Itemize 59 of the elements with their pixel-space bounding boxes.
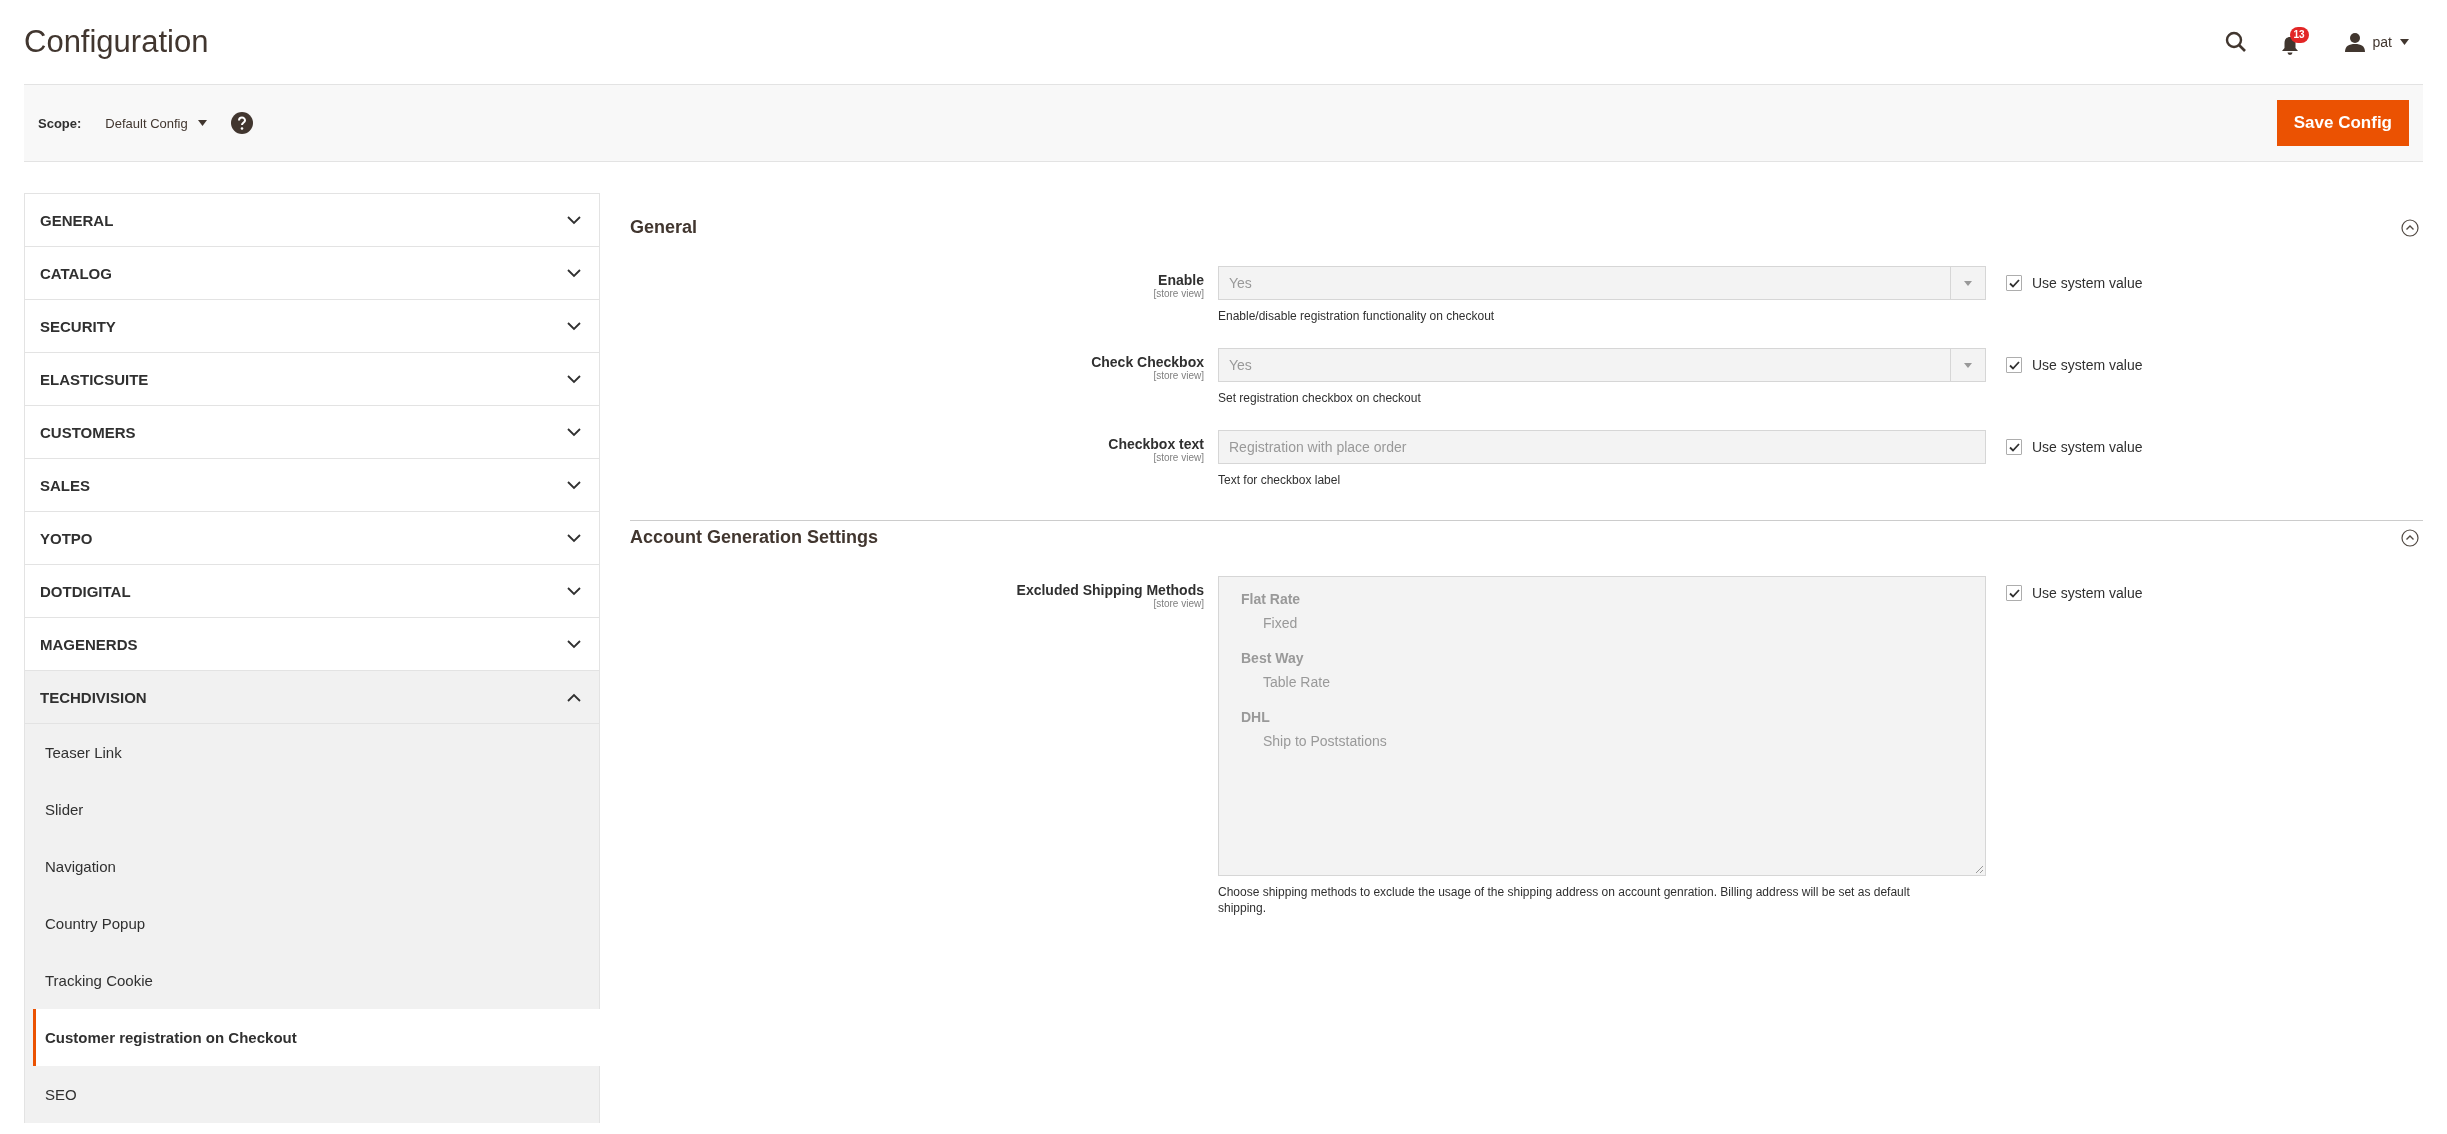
option-group-label: Best Way [1241,649,1305,668]
caret-icon [2400,39,2409,45]
section-link[interactable]: Teaser Link [25,724,599,781]
caret-icon [197,120,207,126]
scope-note: [store view] [1153,452,1204,463]
section-header[interactable]: SALES [24,459,600,512]
section-link[interactable]: Navigation [25,838,599,895]
section-link[interactable]: Customer registration on Checkout [33,1009,600,1066]
chevron-down-icon [567,639,581,649]
field-comment: Text for checkbox label [1218,472,1342,488]
section-header[interactable]: GENERAL [24,194,600,247]
chevron-down-icon [567,480,581,490]
chevron-down-icon [567,533,581,543]
chevron-down-icon [567,374,581,384]
field-label: Excluded Shipping Methods [1016,582,1204,598]
chevron-down-icon [567,427,581,437]
section-header[interactable]: SECURITY [24,300,600,353]
chevron-down-icon [567,321,581,331]
field-comment: Enable/disable registration functionality on checkout [1218,308,1496,324]
dropdown-arrow-icon [1964,280,1972,286]
scope-note: [store view] [1153,370,1204,381]
section-header[interactable]: ELASTICSUITE [24,353,600,406]
fieldset-title[interactable]: General [630,217,698,238]
scope-label: Scope: [38,115,82,131]
chevron-down-icon [567,215,581,225]
section-link[interactable]: Country Popup [25,895,599,952]
user-menu[interactable]: pat [2344,32,2409,52]
page-title: Configuration [24,24,209,60]
option-group-label: DHL [1241,708,1271,727]
dropdown-arrow-icon [1964,362,1972,368]
fieldset-title[interactable]: Account Generation Settings [630,527,879,548]
notifications-button[interactable]: 13 [2280,26,2311,58]
chevron-down-icon [567,586,581,596]
section-header[interactable]: TECHDIVISION [24,671,600,724]
notification-count-badge: 13 [2289,26,2309,43]
field-label: Checkbox text [1108,436,1204,452]
field-label: Check Checkbox [1091,354,1204,370]
help-icon[interactable] [230,112,253,134]
section-link[interactable]: Tracking Cookie [25,952,599,1009]
section-header[interactable]: YOTPO [24,512,600,565]
option-group-label: Flat Rate [1241,590,1302,609]
chevron-up-icon [567,692,581,702]
section-header[interactable]: CATALOG [24,247,600,300]
field-comment: Choose shipping methods to exclude the usage of the shipping address on account genration. Billing address will be set as default shipping. [1218,884,1911,916]
chevron-down-icon [567,268,581,278]
scope-dropdown[interactable]: Default Config [105,115,207,131]
field-comment: Set registration checkbox on checkout [1218,390,1422,406]
section-link[interactable]: Slider [25,781,599,838]
save-config-button[interactable]: Save Config [2276,100,2409,146]
section-header[interactable]: DOTDIGITAL [24,565,600,618]
section-header[interactable]: CUSTOMERS [24,406,600,459]
collapse-icon[interactable] [2401,528,2419,547]
scope-note: [store view] [1153,288,1204,299]
search-icon[interactable] [2224,31,2247,53]
collapse-icon[interactable] [2401,218,2419,237]
scope-note: [store view] [1153,598,1204,609]
field-label: Enable [1158,272,1204,288]
user-icon [2344,32,2365,52]
section-link[interactable]: SEO [25,1066,599,1123]
